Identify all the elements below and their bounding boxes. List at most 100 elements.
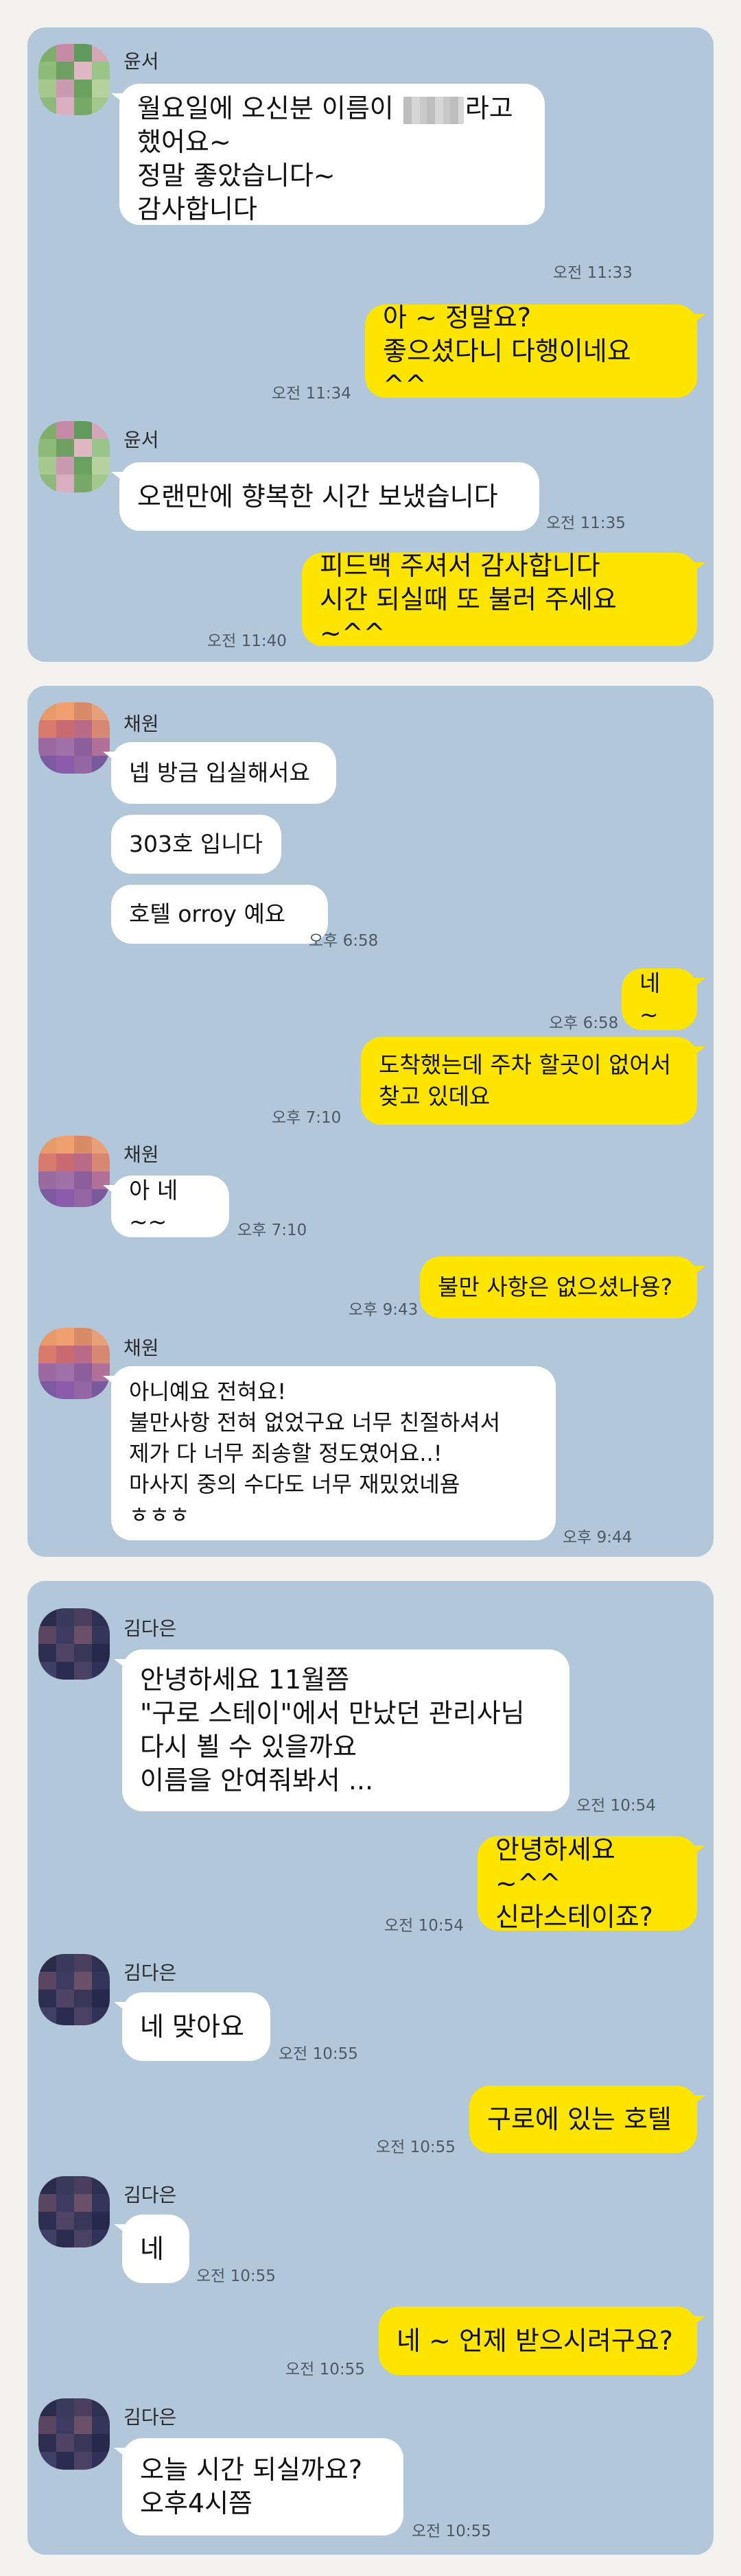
- avatar-mosaic-tile: [92, 1328, 110, 1346]
- avatar-mosaic-tile: [38, 738, 56, 756]
- avatar-mosaic-tile: [38, 756, 56, 774]
- avatar-mosaic-tile: [92, 2416, 110, 2434]
- avatar-mosaic-tile: [74, 97, 92, 115]
- message-text: 아니예요 전혀요! 불만사항 전혀 없었구요 너무 친절하셔서 제가 다 너무 …: [129, 1378, 501, 1528]
- avatar-mosaic-tile: [74, 2194, 92, 2212]
- message-time: 오전 11:35: [546, 514, 626, 532]
- avatar-mosaic-tile: [92, 475, 110, 492]
- avatar-mosaic-tile: [38, 1990, 56, 2007]
- sender-name: 윤서: [124, 429, 159, 451]
- avatar-mosaic-tile: [38, 1189, 56, 1207]
- avatar-mosaic-tile: [56, 756, 74, 774]
- redacted-name-mosaic: [403, 96, 464, 124]
- avatar-mosaic-tile: [74, 1171, 92, 1189]
- avatar-mosaic-tile: [92, 1154, 110, 1171]
- message-bubble-incoming: 넵 방금 입실해서요: [103, 742, 336, 804]
- avatar[interactable]: [38, 1136, 110, 1207]
- message-time: 오전 10:55: [412, 2523, 491, 2540]
- avatar[interactable]: [38, 2398, 110, 2470]
- avatar-mosaic-tile: [92, 1662, 110, 1680]
- avatar[interactable]: [38, 1954, 110, 2025]
- chat-screenshot-2: 채원 넵 방금 입실해서요 303호 입니다 호텔 orroy 예요 오후 6:…: [27, 686, 714, 1557]
- message-time: 오전 11:40: [207, 632, 287, 650]
- message-time: 오전 11:33: [553, 264, 633, 282]
- avatar-mosaic-tile: [56, 475, 74, 492]
- avatar-mosaic-tile: [74, 2434, 92, 2452]
- avatar-mosaic-tile: [56, 1972, 74, 1990]
- message-bubble-outgoing: 네 ~ 언제 받으시려구요?: [379, 2306, 705, 2375]
- avatar-mosaic-tile: [74, 720, 92, 738]
- avatar-mosaic-tile: [74, 2230, 92, 2247]
- avatar-mosaic-tile: [38, 80, 56, 97]
- avatar-mosaic-tile: [38, 439, 56, 457]
- avatar-mosaic-tile: [56, 1328, 74, 1346]
- avatar-mosaic-tile: [92, 702, 110, 720]
- message-bubble-incoming: 네 맞아요: [114, 1992, 270, 2061]
- avatar-mosaic-tile: [56, 457, 74, 475]
- avatar[interactable]: [38, 1608, 110, 1680]
- avatar-mosaic-tile: [92, 2007, 110, 2025]
- sender-name: 김다은: [124, 1617, 177, 1640]
- message-text: 월요일에 오신분 이름이: [137, 93, 402, 123]
- avatar-mosaic-tile: [92, 2452, 110, 2470]
- avatar-mosaic-tile: [74, 439, 92, 457]
- avatar[interactable]: [38, 2176, 110, 2247]
- message-bubble-outgoing: 불만 사항은 없으셨나용?: [420, 1256, 705, 1318]
- avatar[interactable]: [38, 702, 110, 774]
- avatar-mosaic-tile: [38, 1608, 56, 1626]
- avatar-mosaic-tile: [56, 1381, 74, 1399]
- avatar-mosaic-tile: [38, 62, 56, 80]
- sender-name: 채원: [124, 1337, 159, 1359]
- avatar-mosaic-tile: [38, 720, 56, 738]
- avatar-mosaic-tile: [74, 738, 92, 756]
- chat-screenshot-3: 김다은 안녕하세요 11월쯤 "구로 스테이"에서 만났던 관리사님 다시 뵐 …: [27, 1581, 714, 2555]
- avatar-mosaic-tile: [74, 62, 92, 80]
- sender-name: 채원: [124, 1143, 159, 1166]
- avatar-mosaic-tile: [74, 1346, 92, 1363]
- sender-name: 윤서: [124, 50, 159, 73]
- avatar[interactable]: [38, 44, 110, 115]
- message-time: 오후 7:10: [272, 1109, 342, 1127]
- message-time: 오전 10:54: [576, 1797, 656, 1815]
- avatar-mosaic-tile: [92, 97, 110, 115]
- avatar-mosaic-tile: [56, 1154, 74, 1171]
- avatar[interactable]: [38, 421, 110, 492]
- message-bubble-incoming: 안녕하세요 11월쯤 "구로 스테이"에서 만났던 관리사님 다시 뵐 수 있을…: [114, 1649, 569, 1811]
- message-bubble-outgoing: 안녕하세요 ~^^ 신라스테이죠?: [478, 1835, 705, 1932]
- avatar[interactable]: [38, 1328, 110, 1399]
- avatar-mosaic-tile: [74, 2398, 92, 2416]
- avatar-mosaic-tile: [56, 1171, 74, 1189]
- sender-name: 김다은: [124, 2184, 177, 2206]
- avatar-mosaic-tile: [56, 1644, 74, 1662]
- avatar-mosaic-tile: [74, 1644, 92, 1662]
- avatar-mosaic-tile: [92, 2230, 110, 2247]
- avatar-mosaic-tile: [92, 1972, 110, 1990]
- avatar-mosaic-tile: [74, 1662, 92, 1680]
- avatar-mosaic-tile: [92, 80, 110, 97]
- avatar-mosaic-tile: [92, 1644, 110, 1662]
- avatar-mosaic-tile: [92, 2176, 110, 2194]
- avatar-mosaic-tile: [74, 1626, 92, 1644]
- avatar-mosaic-tile: [56, 1608, 74, 1626]
- avatar-mosaic-tile: [74, 1136, 92, 1154]
- message-time: 오전 10:55: [285, 2361, 365, 2378]
- avatar-mosaic-tile: [38, 702, 56, 720]
- avatar-mosaic-tile: [38, 1662, 56, 1680]
- avatar-mosaic-tile: [74, 1990, 92, 2007]
- avatar-mosaic-tile: [38, 1381, 56, 1399]
- avatar-mosaic-tile: [92, 2434, 110, 2452]
- avatar-mosaic-tile: [56, 2434, 74, 2452]
- avatar-mosaic-tile: [38, 1328, 56, 1346]
- message-time: 오전 10:54: [384, 1917, 464, 1935]
- message-time: 오후 9:44: [563, 1529, 633, 1547]
- avatar-mosaic-tile: [56, 2230, 74, 2247]
- avatar-mosaic-tile: [38, 1171, 56, 1189]
- avatar-mosaic-tile: [38, 2194, 56, 2212]
- avatar-mosaic-tile: [38, 421, 56, 439]
- avatar-mosaic-tile: [56, 62, 74, 80]
- avatar-mosaic-tile: [74, 2176, 92, 2194]
- avatar-mosaic-tile: [56, 1990, 74, 2007]
- message-bubble-outgoing: 아 ~ 정말요? 좋으셨다니 다행이네요 ^^: [365, 302, 705, 400]
- message-bubble-incoming: 네: [114, 2215, 189, 2283]
- avatar-mosaic-tile: [74, 80, 92, 97]
